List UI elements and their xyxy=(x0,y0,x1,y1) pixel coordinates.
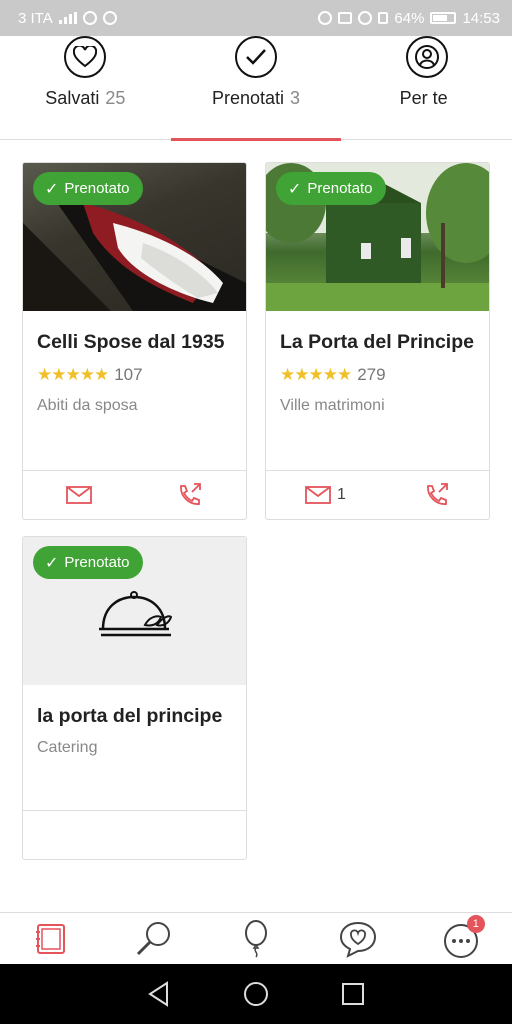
tab-prenotati[interactable]: Prenotati 3 xyxy=(170,36,342,141)
message-button[interactable] xyxy=(65,486,92,504)
carrier-label: 3 ITA xyxy=(18,9,53,27)
booked-badge: ✓ Prenotato xyxy=(276,172,387,205)
vendor-category: Ville matrimoni xyxy=(280,397,385,414)
tab-label: Per te xyxy=(399,88,448,108)
call-button[interactable] xyxy=(177,483,203,507)
notebook-icon xyxy=(36,923,66,954)
vendor-name: la porta del principe xyxy=(37,705,223,727)
nav-notebook[interactable] xyxy=(21,913,81,965)
home-button[interactable] xyxy=(238,976,274,1012)
tab-label: Prenotati 3 xyxy=(211,88,301,108)
signal-icon xyxy=(58,12,77,24)
system-nav-bar xyxy=(0,964,512,1024)
star-rating-icon: ★★★★★ xyxy=(37,365,109,384)
vendor-photo: ✓ Prenotato xyxy=(266,163,489,311)
eye-icon xyxy=(318,11,333,25)
envelope-icon xyxy=(305,486,331,504)
back-button[interactable] xyxy=(141,976,177,1012)
vibrate-icon xyxy=(378,12,389,24)
notification-badge: 1 xyxy=(466,914,485,933)
card-actions: 1 xyxy=(266,471,489,519)
vendor-name: Celli Spose dal 1935 xyxy=(37,331,225,353)
nfc-icon xyxy=(338,12,353,24)
tab-count: 3 xyxy=(290,88,301,108)
envelope-icon xyxy=(65,486,92,504)
phone-icon xyxy=(427,483,448,505)
recents-square-icon xyxy=(342,983,365,1005)
recents-button[interactable] xyxy=(335,976,371,1012)
tab-per-te[interactable]: Per te xyxy=(341,36,512,140)
card-body: Celli Spose dal 1935 ★★★★★ 107 Abiti da … xyxy=(23,311,246,471)
nav-more[interactable]: 1 xyxy=(431,913,491,965)
card-body: La Porta del Principe ★★★★★ 279 Ville ma… xyxy=(266,311,489,471)
clock: 14:53 xyxy=(462,9,500,27)
tab-count: 25 xyxy=(105,88,126,108)
vendor-name: La Porta del Principe xyxy=(280,331,474,353)
booked-badge: ✓ Prenotato xyxy=(33,172,144,205)
chat-heart-icon xyxy=(340,921,377,958)
review-count: 279 xyxy=(357,365,386,384)
person-target-icon xyxy=(405,36,448,78)
phone-icon xyxy=(180,483,202,505)
tab-salvati[interactable]: Salvati 25 xyxy=(0,36,171,140)
vendor-category: Catering xyxy=(37,739,98,756)
card-actions xyxy=(23,471,246,519)
review-count: 107 xyxy=(114,365,143,384)
bottom-nav: 1 xyxy=(0,912,512,964)
checkmark-icon: ✓ xyxy=(288,180,302,198)
rating: ★★★★★ 279 xyxy=(280,365,475,385)
nav-balloon[interactable] xyxy=(226,913,286,965)
whatsapp-icon xyxy=(102,11,117,25)
battery-icon xyxy=(430,12,457,24)
star-rating-icon: ★★★★★ xyxy=(280,365,352,384)
rating: ★★★★★ 107 xyxy=(37,365,232,385)
message-count: 1 xyxy=(337,486,346,503)
vendor-photo: ✓ Prenotato xyxy=(23,163,246,311)
wifi-icon xyxy=(82,11,97,25)
back-triangle-icon xyxy=(147,981,168,1007)
nav-chat[interactable] xyxy=(328,913,388,965)
call-button[interactable] xyxy=(424,483,450,507)
check-circle-icon xyxy=(234,36,277,78)
vendor-card-catering[interactable]: ✓ Prenotato la porta del principe Caterin… xyxy=(22,536,247,860)
tab-label: Salvati 25 xyxy=(45,88,126,108)
checkmark-icon: ✓ xyxy=(45,180,59,198)
booked-badge: ✓ Prenotato xyxy=(33,546,144,579)
nav-search[interactable] xyxy=(124,913,184,965)
heart-icon xyxy=(64,36,107,78)
vendor-photo-placeholder: ✓ Prenotato xyxy=(23,537,246,685)
home-circle-icon xyxy=(243,982,268,1006)
alarm-icon xyxy=(358,11,373,25)
status-bar: 3 ITA 64% 14:53 xyxy=(0,0,512,36)
balloon-icon xyxy=(244,919,267,957)
card-body: la porta del principe Catering xyxy=(23,685,246,811)
vendor-category: Abiti da sposa xyxy=(37,397,138,414)
message-button[interactable]: 1 xyxy=(305,486,346,504)
tab-bar: Salvati 25 Prenotati 3 Per te xyxy=(0,36,512,141)
vendor-card-celli-spose[interactable]: ✓ Prenotato Celli Spose dal 1935 ★★★★★ 10… xyxy=(22,162,247,520)
battery-percent: 64% xyxy=(394,9,425,27)
checkmark-icon: ✓ xyxy=(45,554,59,572)
card-actions xyxy=(23,811,246,859)
vendor-card-porta-principe[interactable]: ✓ Prenotato La Porta del Principe ★★★★★ 2… xyxy=(265,162,490,520)
search-icon xyxy=(136,921,170,955)
